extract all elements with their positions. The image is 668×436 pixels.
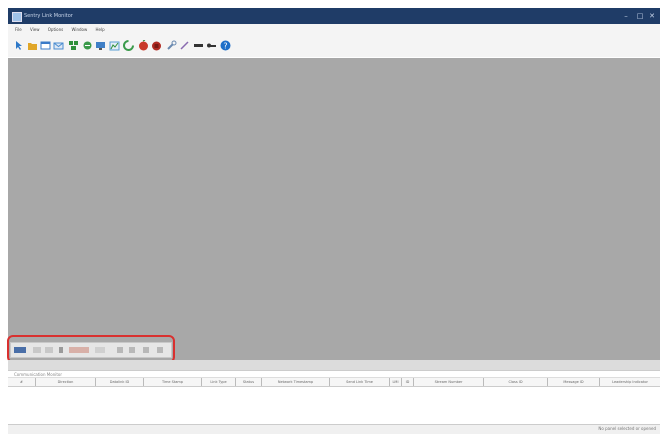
- monitor-icon[interactable]: [95, 40, 106, 51]
- column-header[interactable]: LMI: [390, 378, 402, 386]
- open-icon[interactable]: [27, 40, 38, 51]
- column-header[interactable]: Class ID: [484, 378, 548, 386]
- window-icon[interactable]: [40, 40, 51, 51]
- toolbar: ?: [8, 35, 660, 57]
- menu-view[interactable]: View: [30, 24, 40, 35]
- menu-bar: File View Options Window Help: [8, 24, 660, 35]
- close-button[interactable]: ✕: [646, 11, 658, 21]
- chart-icon[interactable]: [109, 40, 120, 51]
- column-header[interactable]: Network Timestamp: [262, 378, 330, 386]
- mdi-workspace[interactable]: [8, 58, 660, 360]
- column-header[interactable]: Send Link Time: [330, 378, 390, 386]
- red-highlight-box: [7, 335, 175, 363]
- maximize-button[interactable]: □: [634, 11, 646, 21]
- communication-panel: Communication Monitor # Direction Datali…: [8, 370, 660, 431]
- menu-window[interactable]: Window: [71, 24, 87, 35]
- menu-file[interactable]: File: [15, 24, 22, 35]
- column-header[interactable]: ID: [402, 378, 414, 386]
- wrench-icon[interactable]: [166, 40, 177, 51]
- column-header[interactable]: Status: [236, 378, 262, 386]
- stop-icon[interactable]: [151, 40, 162, 51]
- column-header[interactable]: Time Stamp: [144, 378, 202, 386]
- column-header[interactable]: Datalink ID: [96, 378, 144, 386]
- status-text: No panel selected or opened: [598, 426, 656, 431]
- pen-icon[interactable]: [179, 40, 190, 51]
- link-icon[interactable]: [193, 40, 204, 51]
- column-header[interactable]: Direction: [36, 378, 96, 386]
- column-header[interactable]: Link Type: [202, 378, 236, 386]
- title-bar: Sentry Link Monitor – □ ✕: [8, 8, 660, 24]
- select-icon[interactable]: [14, 40, 25, 51]
- table-header: # Direction Datalink ID Time Stamp Link …: [8, 377, 660, 387]
- panel-splitter[interactable]: [8, 360, 660, 370]
- menu-help[interactable]: Help: [96, 24, 105, 35]
- connect-icon[interactable]: [82, 40, 93, 51]
- svg-text:?: ?: [223, 42, 227, 51]
- recycle-icon[interactable]: [123, 40, 134, 51]
- column-header[interactable]: #: [8, 378, 36, 386]
- help-icon[interactable]: ?: [220, 40, 231, 51]
- key-icon[interactable]: [206, 40, 217, 51]
- column-header[interactable]: Leadership Indicator: [600, 378, 660, 386]
- record-icon[interactable]: [138, 40, 149, 51]
- minimize-button[interactable]: –: [620, 11, 632, 21]
- app-icon: [12, 12, 22, 22]
- window-title: Sentry Link Monitor: [24, 13, 73, 19]
- menu-options[interactable]: Options: [48, 24, 63, 35]
- status-bar: No panel selected or opened: [8, 424, 660, 434]
- column-header[interactable]: Stream Number: [414, 378, 484, 386]
- column-header[interactable]: Message ID: [548, 378, 600, 386]
- network-icon[interactable]: [68, 40, 79, 51]
- mail-icon[interactable]: [53, 40, 64, 51]
